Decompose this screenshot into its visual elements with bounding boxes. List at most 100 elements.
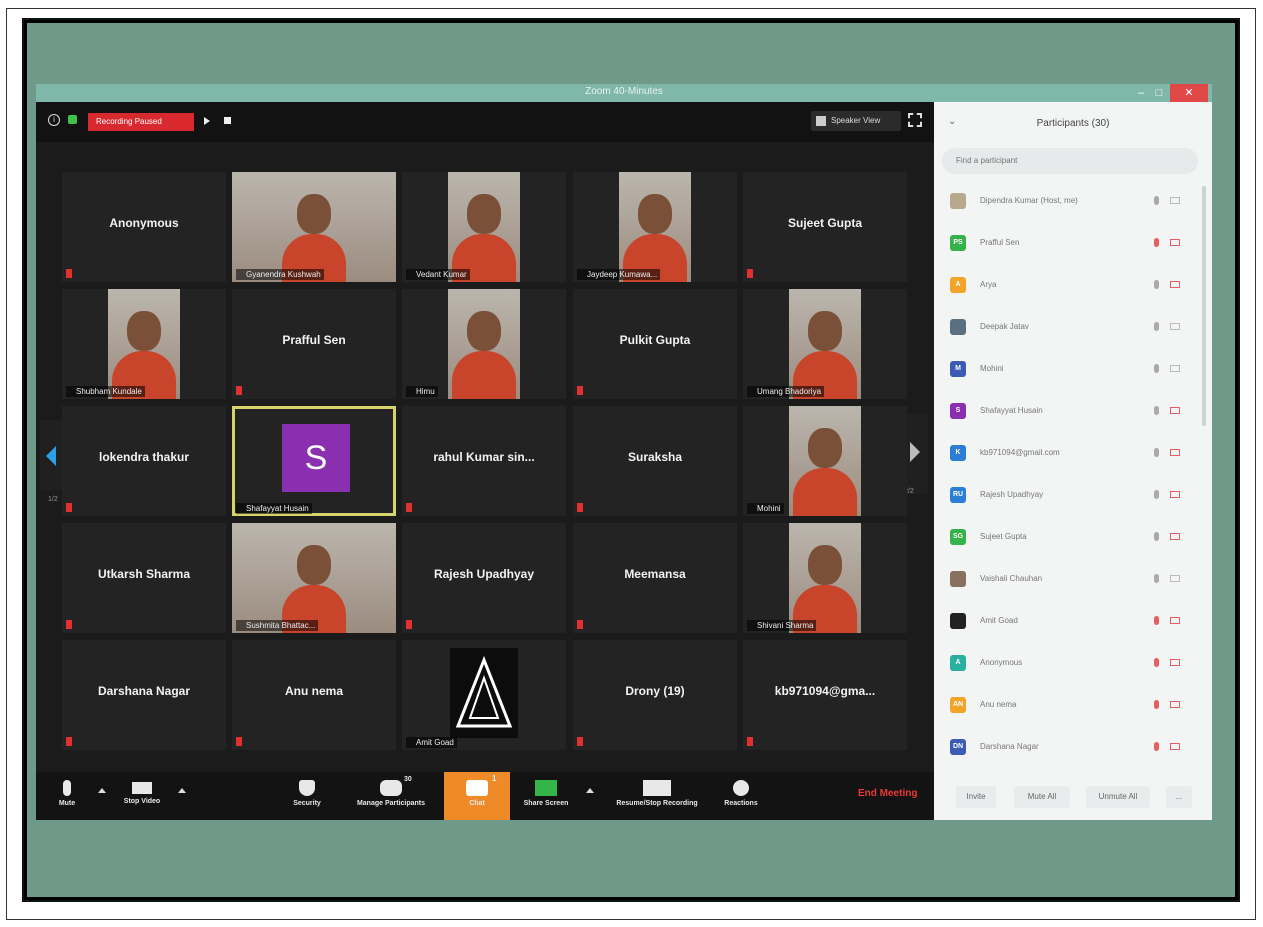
participant-avatar: DN xyxy=(950,739,966,755)
video-off-icon[interactable] xyxy=(1170,701,1180,708)
video-off-icon[interactable] xyxy=(1170,617,1180,624)
participant-list-item[interactable]: S Shafayyat Husain xyxy=(934,392,1196,434)
participant-tile[interactable]: Umang Bhadoriya xyxy=(743,289,907,399)
participant-list-item[interactable]: A Anonymous xyxy=(934,644,1196,686)
video-camera-icon[interactable] xyxy=(1170,197,1180,204)
participant-tile[interactable]: Shubham Kundale xyxy=(62,289,226,399)
participant-tile[interactable]: lokendra thakur xyxy=(62,406,226,516)
participant-tile[interactable]: Utkarsh Sharma xyxy=(62,523,226,633)
video-off-icon[interactable] xyxy=(1170,407,1180,414)
participant-tile[interactable]: Anonymous xyxy=(62,172,226,282)
stop-recording-icon[interactable] xyxy=(224,117,231,124)
participant-list-item[interactable]: A Arya xyxy=(934,266,1196,308)
participant-tile[interactable]: Drony (19) xyxy=(573,640,737,750)
microphone-icon[interactable] xyxy=(1154,196,1159,205)
participant-tile[interactable]: Sujeet Gupta xyxy=(743,172,907,282)
microphone-icon[interactable] xyxy=(1154,322,1159,331)
video-camera-icon[interactable] xyxy=(1170,365,1180,372)
participant-tile[interactable]: Mohini xyxy=(743,406,907,516)
participant-tile[interactable]: Himu xyxy=(402,289,566,399)
security-button[interactable]: Security xyxy=(282,772,332,820)
video-camera-icon[interactable] xyxy=(1170,575,1180,582)
participant-tile[interactable]: Shivani Sharma xyxy=(743,523,907,633)
minimize-icon[interactable]: – xyxy=(1132,84,1150,102)
previous-page-button[interactable] xyxy=(40,420,64,490)
muted-mic-icon[interactable] xyxy=(1154,658,1159,667)
fullscreen-icon[interactable] xyxy=(908,113,922,127)
muted-mic-icon[interactable] xyxy=(1154,742,1159,751)
video-off-icon[interactable] xyxy=(1170,659,1180,666)
more-options-button[interactable]: ... xyxy=(1166,786,1192,808)
reactions-button[interactable]: Reactions xyxy=(716,772,766,820)
participant-tile[interactable]: Pulkit Gupta xyxy=(573,289,737,399)
participant-tile[interactable]: Darshana Nagar xyxy=(62,640,226,750)
participant-list-item[interactable]: Dipendra Kumar (Host, me) xyxy=(934,182,1196,224)
meeting-toolbar: Mute Stop Video Security Manage Particip… xyxy=(36,772,934,820)
resume-stop-recording-button[interactable]: Resume/Stop Recording xyxy=(598,772,716,820)
manage-participants-button[interactable]: Manage Participants 30 xyxy=(342,772,440,820)
participant-tile[interactable]: S Shafayyat Husain xyxy=(232,406,396,516)
speaker-view-button[interactable]: Speaker View xyxy=(811,111,901,131)
microphone-icon[interactable] xyxy=(1154,532,1159,541)
participant-tile[interactable]: Suraksha xyxy=(573,406,737,516)
participant-list-item[interactable]: M Mohini xyxy=(934,350,1196,392)
participant-list-item[interactable]: Vaishali Chauhan xyxy=(934,560,1196,602)
microphone-icon[interactable] xyxy=(1154,364,1159,373)
video-off-icon[interactable] xyxy=(1170,533,1180,540)
participant-list-item[interactable]: Amit Goad xyxy=(934,602,1196,644)
mute-all-button[interactable]: Mute All xyxy=(1014,786,1070,808)
mute-button[interactable]: Mute xyxy=(50,772,84,820)
participant-tile[interactable]: Rajesh Upadhyay xyxy=(402,523,566,633)
participant-name-label: Mohini xyxy=(747,503,784,514)
participant-tile[interactable]: Sushmita Bhattac... xyxy=(232,523,396,633)
participant-list-item[interactable]: Deepak Jatav xyxy=(934,308,1196,350)
share-options-caret-icon[interactable] xyxy=(586,788,594,793)
microphone-icon[interactable] xyxy=(1154,574,1159,583)
share-screen-button[interactable]: Share Screen xyxy=(514,772,578,820)
video-off-icon[interactable] xyxy=(1170,239,1180,246)
participant-list-item[interactable]: SG Sujeet Gupta xyxy=(934,518,1196,560)
microphone-icon[interactable] xyxy=(1154,406,1159,415)
info-icon[interactable]: i xyxy=(48,114,60,126)
close-icon[interactable]: ✕ xyxy=(1170,84,1208,102)
chat-button[interactable]: Chat 1 xyxy=(444,772,510,820)
muted-mic-icon[interactable] xyxy=(1154,616,1159,625)
participant-tile[interactable]: Prafful Sen xyxy=(232,289,396,399)
microphone-icon[interactable] xyxy=(1154,280,1159,289)
participant-tile[interactable]: Vedant Kumar xyxy=(402,172,566,282)
participant-list-item[interactable]: AN Anu nema xyxy=(934,686,1196,728)
participant-list-item[interactable]: PS Prafful Sen xyxy=(934,224,1196,266)
muted-mic-icon[interactable] xyxy=(1154,700,1159,709)
video-camera-icon[interactable] xyxy=(1170,323,1180,330)
maximize-icon[interactable]: □ xyxy=(1150,84,1168,102)
invite-button[interactable]: Invite xyxy=(956,786,996,808)
participant-list-item[interactable]: Kkb971094@gmail.com xyxy=(934,434,1196,476)
muted-mic-icon[interactable] xyxy=(1154,238,1159,247)
muted-mic-icon xyxy=(66,503,72,512)
stop-video-button[interactable]: Stop Video xyxy=(112,772,172,820)
participant-list-item[interactable]: RU Rajesh Upadhyay xyxy=(934,476,1196,518)
video-off-icon[interactable] xyxy=(1170,491,1180,498)
participant-tile[interactable]: kb971094@gma... xyxy=(743,640,907,750)
lock-icon[interactable] xyxy=(68,115,77,124)
participant-tile[interactable]: rahul Kumar sin... xyxy=(402,406,566,516)
microphone-icon[interactable] xyxy=(1154,490,1159,499)
participant-tile[interactable]: Meemansa xyxy=(573,523,737,633)
microphone-icon[interactable] xyxy=(1154,448,1159,457)
participant-tile[interactable]: Anu nema xyxy=(232,640,396,750)
find-participant-input[interactable] xyxy=(942,148,1198,174)
participant-list-item[interactable]: DN Darshana Nagar xyxy=(934,728,1196,770)
video-off-icon[interactable] xyxy=(1170,281,1180,288)
video-options-caret-icon[interactable] xyxy=(178,788,186,793)
participant-tile[interactable]: Gyanendra Kushwah xyxy=(232,172,396,282)
unmute-all-button[interactable]: Unmute All xyxy=(1086,786,1150,808)
video-off-icon[interactable] xyxy=(1170,449,1180,456)
video-off-icon[interactable] xyxy=(1170,743,1180,750)
participant-list-scrollbar[interactable] xyxy=(1202,186,1206,426)
participant-avatar: A xyxy=(950,655,966,671)
participant-tile[interactable]: Jaydeep Kumawa... xyxy=(573,172,737,282)
audio-options-caret-icon[interactable] xyxy=(98,788,106,793)
resume-recording-icon[interactable] xyxy=(204,117,210,125)
participant-tile[interactable]: Amit Goad xyxy=(402,640,566,750)
end-meeting-button[interactable]: End Meeting xyxy=(858,788,917,799)
